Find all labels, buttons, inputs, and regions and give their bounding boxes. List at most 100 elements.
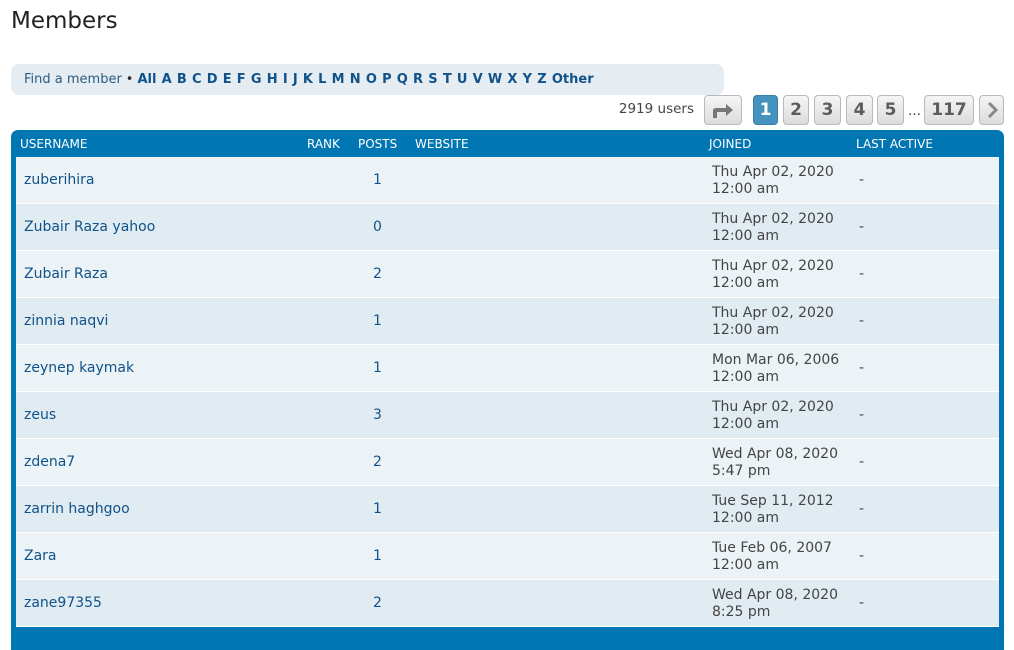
member-posts-link[interactable]: 1 bbox=[373, 172, 382, 188]
member-joined: Thu Apr 02, 2020 12:00 am bbox=[712, 305, 834, 339]
member-joined: Thu Apr 02, 2020 12:00 am bbox=[712, 164, 834, 198]
table-row: zarrin haghgoo 1 Tue Sep 11, 2012 12:00 am - bbox=[16, 486, 999, 533]
joined-date: Wed Apr 08, 2020 bbox=[712, 446, 838, 462]
joined-date: Tue Feb 06, 2007 bbox=[712, 540, 832, 556]
page-button-3[interactable]: 3 bbox=[814, 95, 841, 125]
alphabet-letter-h[interactable]: H bbox=[267, 72, 278, 87]
alphabet-letter-k[interactable]: K bbox=[303, 72, 313, 87]
alphabet-letter-u[interactable]: U bbox=[457, 72, 468, 87]
alphabet-letter-f[interactable]: F bbox=[237, 72, 246, 87]
joined-date: Wed Apr 08, 2020 bbox=[712, 587, 838, 603]
member-username-link[interactable]: zdena7 bbox=[24, 454, 75, 470]
member-last-active: - bbox=[859, 172, 865, 188]
alphabet-letter-r[interactable]: R bbox=[413, 72, 423, 87]
joined-date: Thu Apr 02, 2020 bbox=[712, 399, 834, 415]
member-joined: Thu Apr 02, 2020 12:00 am bbox=[712, 258, 834, 292]
alphabet-filter-bar: Find a member • All A B C D E F G H I J K L M N O P Q R S T U… bbox=[11, 64, 724, 95]
table-row: zuberihira 1 Thu Apr 02, 2020 12:00 am - bbox=[16, 157, 999, 204]
alphabet-letter-g[interactable]: G bbox=[251, 72, 262, 87]
member-username-link[interactable]: zeynep kaymak bbox=[24, 360, 134, 376]
joined-date: Thu Apr 02, 2020 bbox=[712, 211, 834, 227]
alphabet-letter-l[interactable]: L bbox=[318, 72, 326, 87]
member-posts-link[interactable]: 1 bbox=[373, 360, 382, 376]
column-header-joined[interactable]: JOINED bbox=[709, 137, 751, 151]
alphabet-letter-list: All A B C D E F G H I J K L M N O P Q R S T U V W X Y Z Other bbox=[137, 72, 598, 87]
next-page-button[interactable] bbox=[979, 95, 1004, 125]
table-row: zane97355 2 Wed Apr 08, 2020 8:25 pm - bbox=[16, 580, 999, 627]
alphabet-letter-j[interactable]: J bbox=[293, 72, 298, 87]
alphabet-letter-s[interactable]: S bbox=[428, 72, 437, 87]
member-last-active: - bbox=[859, 266, 865, 282]
alphabet-letter-b[interactable]: B bbox=[177, 72, 187, 87]
member-posts-link[interactable]: 1 bbox=[373, 501, 382, 517]
joined-time: 12:00 am bbox=[712, 181, 780, 197]
page-button-last[interactable]: 117 bbox=[924, 95, 974, 125]
pagination-ellipsis: … bbox=[908, 104, 921, 119]
alphabet-letter-q[interactable]: Q bbox=[397, 72, 408, 87]
member-joined: Thu Apr 02, 2020 12:00 am bbox=[712, 211, 834, 245]
alphabet-letter-w[interactable]: W bbox=[488, 72, 502, 87]
page-button-5[interactable]: 5 bbox=[877, 95, 904, 125]
alphabet-letter-y[interactable]: Y bbox=[523, 72, 532, 87]
page-button-4[interactable]: 4 bbox=[846, 95, 873, 125]
alphabet-letter-e[interactable]: E bbox=[223, 72, 232, 87]
member-posts-link[interactable]: 2 bbox=[373, 266, 382, 282]
table-header: USERNAME RANK POSTS WEBSITE JOINED LAST … bbox=[11, 130, 1004, 157]
joined-time: 8:25 pm bbox=[712, 604, 771, 620]
member-posts-link[interactable]: 1 bbox=[373, 548, 382, 564]
alphabet-letter-v[interactable]: V bbox=[473, 72, 483, 87]
member-joined: Thu Apr 02, 2020 12:00 am bbox=[712, 399, 834, 433]
column-header-rank[interactable]: RANK bbox=[307, 137, 340, 151]
joined-date: Tue Sep 11, 2012 bbox=[712, 493, 834, 509]
joined-date: Mon Mar 06, 2006 bbox=[712, 352, 840, 368]
alphabet-letter-a[interactable]: A bbox=[162, 72, 172, 87]
member-joined: Tue Feb 06, 2007 12:00 am bbox=[712, 540, 832, 574]
alphabet-letter-p[interactable]: P bbox=[382, 72, 392, 87]
column-header-posts[interactable]: POSTS bbox=[358, 137, 397, 151]
table-row: Zubair Raza 2 Thu Apr 02, 2020 12:00 am - bbox=[16, 251, 999, 298]
chevron-right-icon bbox=[987, 102, 998, 118]
column-header-last-active[interactable]: LAST ACTIVE bbox=[856, 137, 933, 151]
member-username-link[interactable]: Zubair Raza bbox=[24, 266, 108, 282]
joined-time: 12:00 am bbox=[712, 322, 780, 338]
member-username-link[interactable]: zane97355 bbox=[24, 595, 102, 611]
alphabet-letter-m[interactable]: M bbox=[332, 72, 345, 87]
page-button-1[interactable]: 1 bbox=[753, 95, 778, 125]
alphabet-letter-d[interactable]: D bbox=[207, 72, 218, 87]
member-posts-link[interactable]: 2 bbox=[373, 595, 382, 611]
alphabet-letter-z[interactable]: Z bbox=[537, 72, 546, 87]
member-username-link[interactable]: Zubair Raza yahoo bbox=[24, 219, 155, 235]
alphabet-letter-o[interactable]: O bbox=[366, 72, 377, 87]
member-last-active: - bbox=[859, 407, 865, 423]
alphabet-letter-n[interactable]: N bbox=[350, 72, 361, 87]
alphabet-letter-t[interactable]: T bbox=[443, 72, 452, 87]
member-posts-link[interactable]: 0 bbox=[373, 219, 382, 235]
alphabet-letter-x[interactable]: X bbox=[507, 72, 517, 87]
alphabet-letter-other[interactable]: Other bbox=[552, 72, 594, 87]
member-username-link[interactable]: zeus bbox=[24, 407, 56, 423]
table-row: zeynep kaymak 1 Mon Mar 06, 2006 12:00 am - bbox=[16, 345, 999, 392]
member-posts-link[interactable]: 3 bbox=[373, 407, 382, 423]
page-button-2[interactable]: 2 bbox=[783, 95, 809, 125]
member-username-link[interactable]: zinnia naqvi bbox=[24, 313, 108, 329]
member-posts-link[interactable]: 1 bbox=[373, 313, 382, 329]
alphabet-letter-c[interactable]: C bbox=[192, 72, 202, 87]
joined-date: Thu Apr 02, 2020 bbox=[712, 305, 834, 321]
member-username-link[interactable]: Zara bbox=[24, 548, 57, 564]
column-header-website[interactable]: WEBSITE bbox=[415, 137, 469, 151]
member-last-active: - bbox=[859, 548, 865, 564]
page-title: Members bbox=[11, 8, 118, 34]
alphabet-letter-all[interactable]: All bbox=[137, 72, 156, 87]
table-row: Zubair Raza yahoo 0 Thu Apr 02, 2020 12:00 … bbox=[16, 204, 999, 251]
jump-to-page-button[interactable] bbox=[704, 95, 742, 125]
member-username-link[interactable]: zarrin haghgoo bbox=[24, 501, 130, 517]
table-row: Zara 1 Tue Feb 06, 2007 12:00 am - bbox=[16, 533, 999, 580]
member-username-link[interactable]: zuberihira bbox=[24, 172, 94, 188]
alphabet-letter-i[interactable]: I bbox=[283, 72, 288, 87]
joined-time: 12:00 am bbox=[712, 369, 780, 385]
member-posts-link[interactable]: 2 bbox=[373, 454, 382, 470]
member-joined: Mon Mar 06, 2006 12:00 am bbox=[712, 352, 839, 386]
member-joined: Wed Apr 08, 2020 5:47 pm bbox=[712, 446, 838, 480]
column-header-username[interactable]: USERNAME bbox=[20, 137, 87, 151]
table-row: zinnia naqvi 1 Thu Apr 02, 2020 12:00 am - bbox=[16, 298, 999, 345]
